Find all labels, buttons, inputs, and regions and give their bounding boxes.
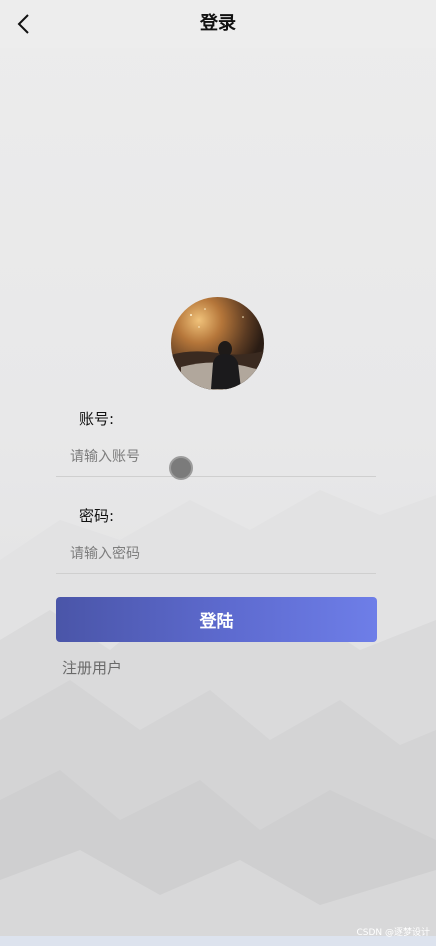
account-label: 账号: bbox=[79, 410, 115, 428]
account-input[interactable] bbox=[56, 437, 376, 477]
login-button[interactable]: 登陆 bbox=[56, 597, 377, 642]
user-avatar-photo bbox=[171, 297, 264, 390]
register-link[interactable]: 注册用户 bbox=[62, 657, 122, 678]
password-input[interactable] bbox=[56, 534, 376, 574]
top-nav-bar: 登录 bbox=[0, 0, 436, 48]
watermark: CSDN @逐梦设计 bbox=[356, 928, 430, 938]
password-label: 密码: bbox=[79, 507, 115, 525]
avatar bbox=[171, 297, 264, 390]
touch-cursor-indicator bbox=[169, 456, 193, 480]
login-form: 账号: 密码: 登陆 注册用户 bbox=[0, 0, 436, 946]
page-title: 登录 bbox=[200, 13, 236, 34]
